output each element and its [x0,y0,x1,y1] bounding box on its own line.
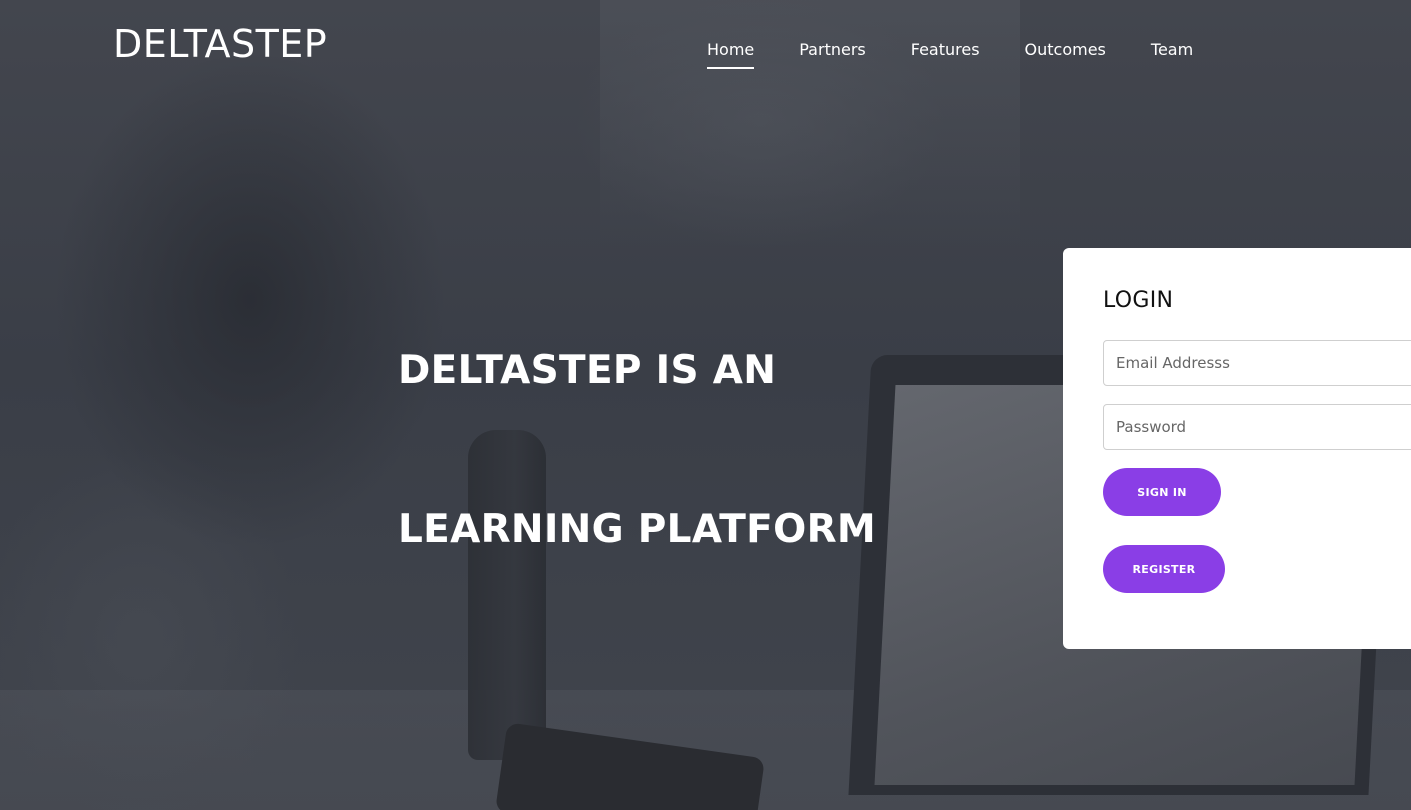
email-field[interactable] [1103,340,1411,386]
login-title: LOGIN [1103,288,1174,313]
nav-item-team[interactable]: Team [1151,40,1193,69]
login-card: LOGIN SIGN IN REGISTER [1063,248,1411,649]
landing-page: DELTASTEP Home Partners Features Outcome… [0,0,1411,810]
nav-item-partners[interactable]: Partners [799,40,865,69]
password-field[interactable] [1103,404,1411,450]
sign-in-button[interactable]: SIGN IN [1103,468,1221,516]
hero-headline-line-1: DELTASTEP IS AN [398,348,777,394]
nav-item-home[interactable]: Home [707,40,755,69]
nav-item-features[interactable]: Features [911,40,980,69]
bg-shelf [600,0,1020,250]
nav-item-outcomes[interactable]: Outcomes [1025,40,1106,69]
brand-logo[interactable]: DELTASTEP [113,22,327,68]
register-button[interactable]: REGISTER [1103,545,1225,593]
bg-bottle [468,430,546,760]
hero-headline-line-2: LEARNING PLATFORM [398,507,877,553]
main-nav: Home Partners Features Outcomes Team [707,40,1193,69]
